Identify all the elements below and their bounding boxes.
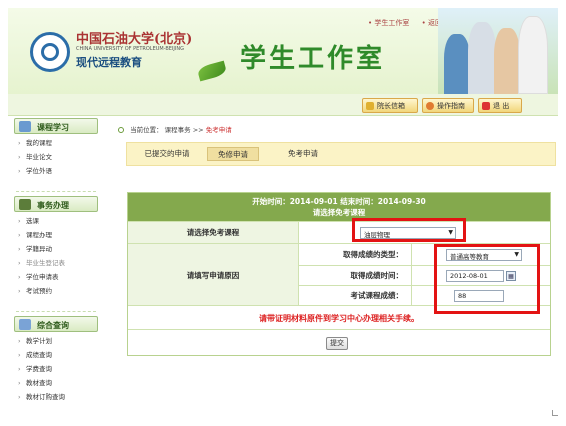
sidebar-divider — [16, 300, 96, 312]
grade-type-label: 取得成绩的类型： — [343, 250, 403, 259]
university-name-en: CHINA UNIVERSITY OF PETROLEUM-BEIJING — [76, 46, 184, 52]
hand-icon — [19, 199, 31, 210]
sidebar-section-label: 事务办理 — [37, 201, 69, 210]
sidebar-section-course-study[interactable]: 课程学习 — [14, 118, 98, 134]
form-header: 开始时间：2014-09-01 结束时间：2014-09-30 请选择免考课程 — [128, 193, 550, 221]
submit-button[interactable]: 提交 — [326, 337, 348, 350]
application-period: 开始时间：2014-09-01 结束时间：2014-09-30 — [252, 197, 426, 206]
sidebar-item-degree-language[interactable]: 学位外语 — [8, 164, 104, 178]
sidebar-item-exam-booking[interactable]: 考试预约 — [8, 284, 104, 298]
breadcrumb-prefix: 当前位置： — [130, 126, 163, 134]
tab-submitted-applications[interactable]: 已提交的申请 — [137, 147, 197, 161]
operation-guide-label: 操作指南 — [437, 102, 465, 110]
remote-education-label: 现代远程教育 — [76, 56, 142, 69]
guide-icon — [426, 102, 434, 110]
breadcrumb-current: 免考申请 — [205, 126, 232, 134]
sidebar-section-label: 课程学习 — [37, 123, 69, 132]
tab-exemption-exam[interactable]: 免考申请 — [277, 147, 329, 161]
sidebar-item-teaching-plan[interactable]: 教学计划 — [8, 334, 104, 348]
tab-bar: 已提交的申请 免修申请 免考申请 — [126, 142, 556, 166]
toolbar: 院长信箱 操作指南 退 出 — [8, 94, 558, 116]
sidebar-item-my-courses[interactable]: 我的课程 — [8, 136, 104, 150]
reason-label: 请填写申请原因 — [128, 244, 298, 306]
sidebar-item-tuition-query[interactable]: 学费查询 — [8, 362, 104, 376]
location-icon — [118, 127, 124, 133]
course-label: 请选择免考课程 — [128, 222, 298, 243]
sidebar-section-query[interactable]: 综合查询 — [14, 316, 98, 332]
page-corner-mark — [552, 410, 558, 416]
logout-button[interactable]: 退 出 — [478, 98, 522, 113]
breadcrumb-path[interactable]: 课程事务 >> — [165, 126, 204, 134]
sidebar-item-textbook-order-query[interactable]: 教材订购查询 — [8, 390, 104, 404]
sidebar-section-label: 综合查询 — [37, 321, 69, 330]
header-banner: 中国石油大学(北京) CHINA UNIVERSITY OF PETROLEUM… — [8, 8, 558, 94]
logout-icon — [482, 102, 490, 110]
sidebar-section-affairs[interactable]: 事务办理 — [14, 196, 98, 212]
leaf-icon — [196, 60, 228, 82]
students-photo — [438, 8, 558, 94]
sidebar-divider — [16, 180, 96, 192]
form-subtitle: 请选择免考课程 — [312, 208, 366, 217]
sidebar-item-course-handling[interactable]: 课程办理 — [8, 228, 104, 242]
sidebar-item-graduate-form[interactable]: 毕业生登记表 — [8, 256, 104, 270]
sidebar-item-status-change[interactable]: 学籍异动 — [8, 242, 104, 256]
course-row: 请选择免考课程 油层物理 ▼ — [128, 221, 550, 243]
principal-mailbox-button[interactable]: 院长信箱 — [362, 98, 418, 113]
principal-mailbox-label: 院长信箱 — [377, 102, 405, 110]
exam-score-label: 考试课程成绩： — [350, 291, 404, 300]
book-icon — [19, 121, 31, 132]
sidebar: 课程学习 我的课程 毕业论文 学位外语 事务办理 选课 课程办理 学籍异动 毕业… — [8, 118, 104, 418]
university-name-cn: 中国石油大学(北京) — [76, 32, 193, 47]
sidebar-item-degree-application[interactable]: 学位申请表 — [8, 270, 104, 284]
tab-exemption-study[interactable]: 免修申请 — [207, 147, 259, 161]
sidebar-item-course-select[interactable]: 选课 — [8, 214, 104, 228]
link-student-studio[interactable]: • 学生工作室 — [368, 19, 409, 27]
highlight-box-course — [352, 218, 466, 242]
breadcrumb: 当前位置： 课程事务 >> 免考申请 — [118, 124, 232, 134]
query-icon — [19, 319, 31, 330]
grade-time-label: 取得成绩时间： — [350, 271, 404, 280]
highlight-box-grade-fields — [434, 244, 540, 314]
operation-guide-button[interactable]: 操作指南 — [422, 98, 474, 113]
sidebar-item-grade-query[interactable]: 成绩查询 — [8, 348, 104, 362]
mailbox-icon — [366, 102, 374, 110]
university-logo-icon — [30, 32, 70, 72]
sidebar-item-textbook-query[interactable]: 教材查询 — [8, 376, 104, 390]
page-title: 学生工作室 — [240, 44, 386, 74]
notice-text: 请带证明材料原件到学习中心办理相关手续。 — [259, 314, 419, 323]
logout-label: 退 出 — [493, 102, 510, 110]
sidebar-item-thesis[interactable]: 毕业论文 — [8, 150, 104, 164]
